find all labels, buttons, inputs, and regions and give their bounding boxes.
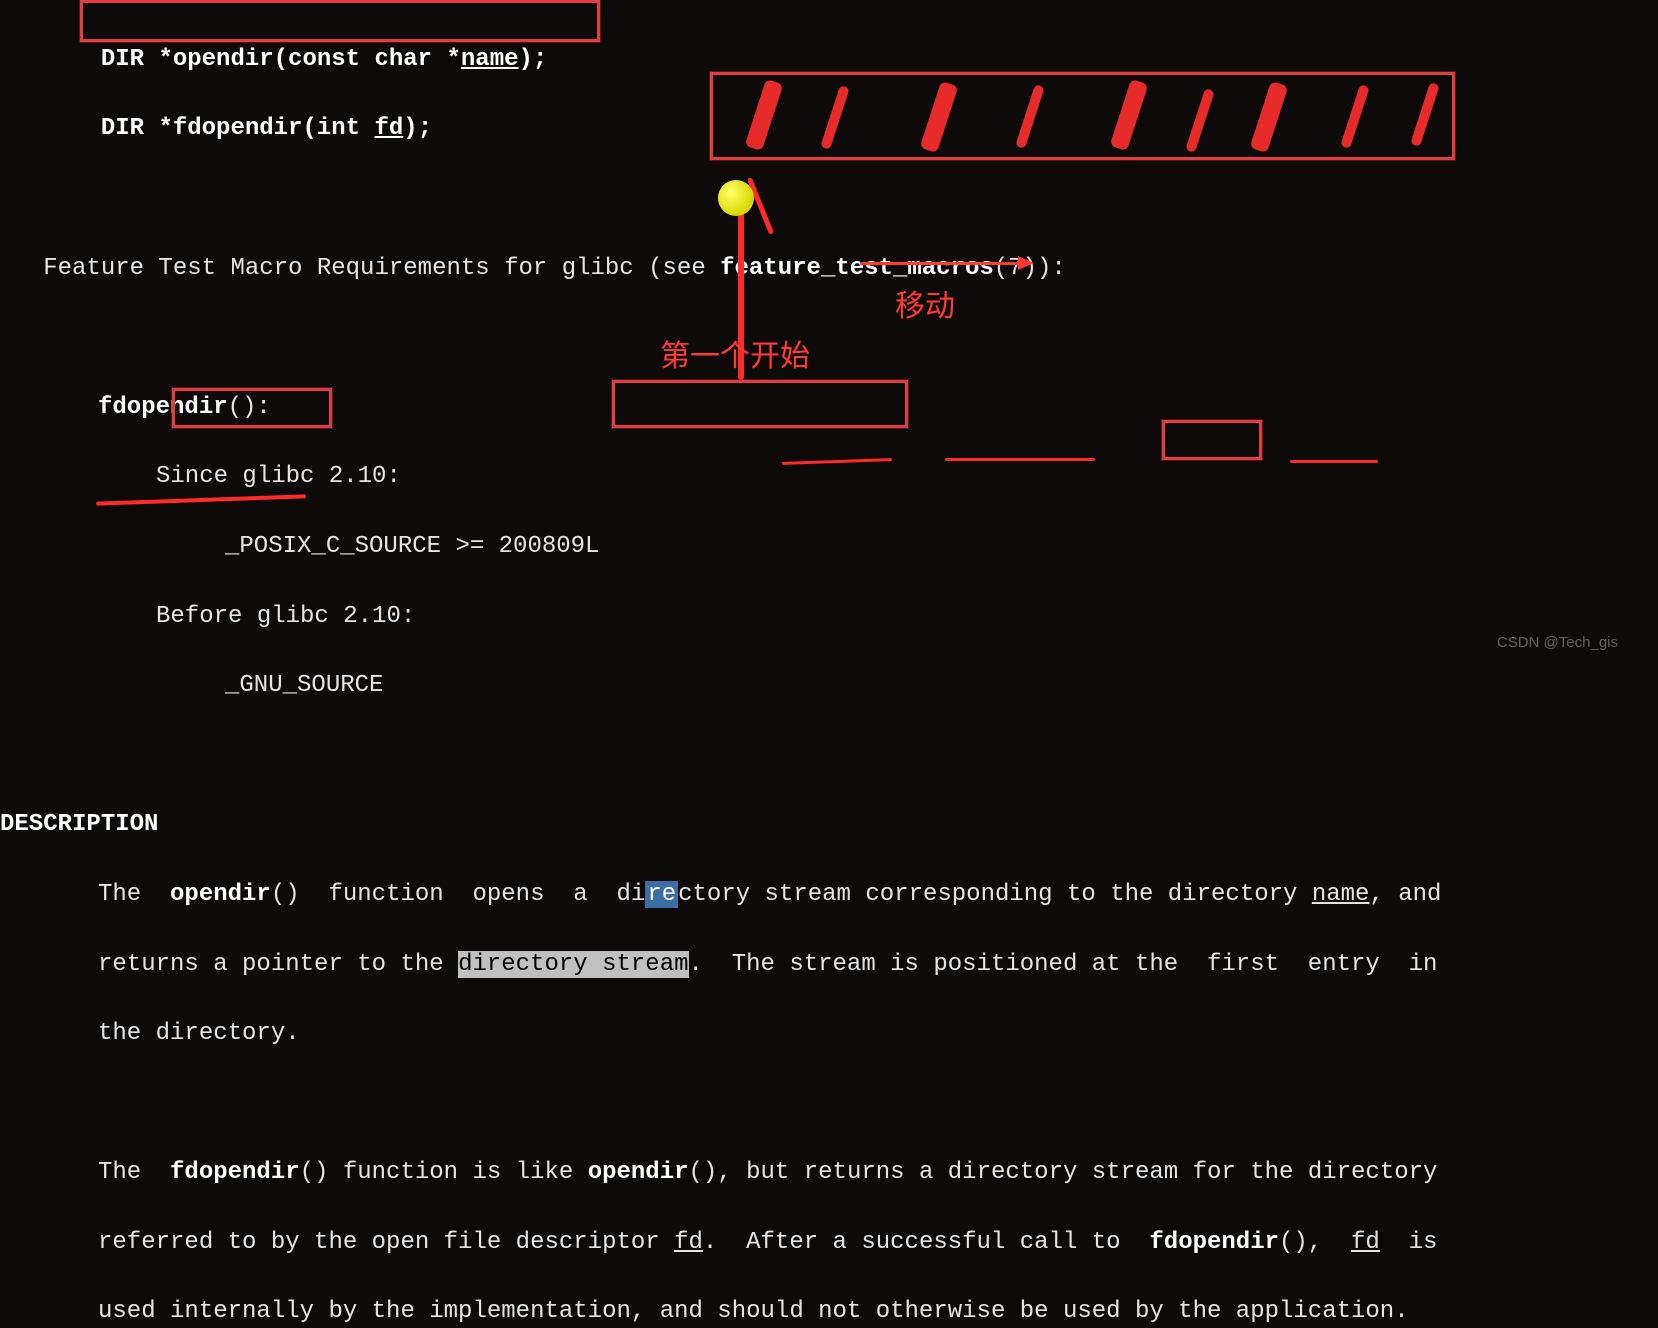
section-heading: DESCRIPTION [0, 808, 1441, 843]
box-first [1162, 420, 1262, 460]
underline-positioned [945, 458, 1095, 461]
anno-label-move: 移动 [895, 285, 955, 329]
desc-p1-l1: The opendir() function opens a directory… [0, 878, 1441, 913]
synopsis-fdopendir: DIR *fdopendir(int fd); [101, 115, 432, 142]
desc-p2-l2: referred to by the open file descriptor … [0, 1226, 1441, 1261]
box-synopsis [80, 0, 600, 42]
underline-entry [1290, 460, 1378, 463]
box-opendir [172, 388, 332, 428]
highlighted-text: directory stream [458, 951, 688, 978]
desc-p2-l1: The fdopendir() function is like opendir… [0, 1156, 1441, 1191]
desc-p1-l3: the directory. [0, 1017, 1441, 1052]
watermark: CSDN @Tech_gis [1497, 632, 1618, 654]
desc-p1-l2: returns a pointer to the directory strea… [0, 948, 1441, 983]
box-directory-stream [612, 380, 908, 428]
arrow-line [860, 262, 1020, 265]
desc-p2-l3: used internally by the implementation, a… [0, 1295, 1441, 1328]
arrow-head-icon [1018, 256, 1034, 270]
anno-label-start: 第一个开始 [660, 335, 810, 379]
synopsis-opendir: DIR *opendir(const char *name); [101, 46, 547, 73]
ftm-intro: Feature Test Macro Requirements for glib… [0, 252, 1441, 287]
text-selection: re [645, 881, 678, 908]
highlight-ball-icon [718, 180, 754, 216]
